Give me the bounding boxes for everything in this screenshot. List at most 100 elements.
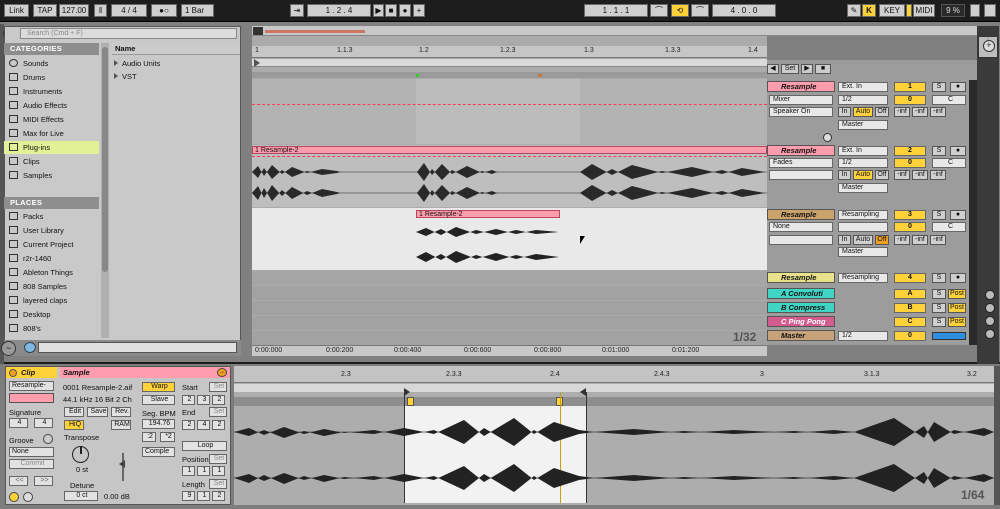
start-beat[interactable]: 3 — [197, 395, 210, 405]
return-activator-b[interactable]: B — [894, 303, 926, 313]
hot-swap-groove-icon[interactable] — [43, 434, 53, 444]
place-808s[interactable]: 808's — [4, 322, 99, 335]
clip-header[interactable]: 1 Resample-2 — [252, 146, 767, 154]
nudge-back-button[interactable]: << — [9, 476, 28, 486]
pan-2[interactable]: C — [932, 158, 966, 168]
beat-ruler[interactable]: 1 1.1.3 1.2 1.2.3 1.3 1.3.3 1.4 — [252, 46, 767, 58]
master-volume[interactable]: 0 — [894, 331, 926, 341]
hide-sample-box-icon[interactable]: → — [217, 368, 227, 377]
track-activator-1[interactable]: 1 — [894, 82, 926, 92]
loop-length-display[interactable]: 4 . 0 . 0 — [712, 4, 776, 17]
volume-3[interactable]: 0 — [894, 222, 926, 232]
category-sounds[interactable]: Sounds — [4, 57, 99, 70]
punch-out-icon[interactable]: ⌒ — [691, 4, 709, 17]
loop-start-marker-icon[interactable] — [254, 59, 260, 67]
start-set-button[interactable]: Set — [209, 382, 227, 392]
envelope-field-3[interactable] — [769, 235, 833, 245]
output-1[interactable]: Master — [838, 120, 888, 130]
solo-2[interactable]: S — [932, 146, 946, 156]
position-beat[interactable]: 1 — [197, 466, 210, 476]
loop-button[interactable]: Loop — [182, 441, 227, 451]
search-input[interactable]: Search (Cmd + F) — [20, 28, 237, 39]
return-activator-c[interactable]: C — [894, 317, 926, 327]
send-c-2[interactable]: -inf — [930, 170, 946, 180]
send-b-2[interactable]: -inf — [912, 170, 928, 180]
place-packs[interactable]: Packs — [4, 210, 99, 223]
time-ruler[interactable]: 0:00:000 0:00:200 0:00:400 0:00:600 0:00… — [252, 345, 767, 356]
warp-marker[interactable] — [407, 397, 414, 406]
ram-button[interactable]: RAM — [111, 420, 131, 430]
send-a-3[interactable]: -inf — [894, 235, 910, 245]
position-sixteenth[interactable]: 1 — [212, 466, 225, 476]
input-channel-1[interactable]: Mixer — [769, 95, 833, 105]
position-bar[interactable]: 1 — [182, 466, 195, 476]
track-activator-4[interactable]: 4 — [894, 273, 926, 283]
warp-button[interactable]: Warp — [142, 382, 175, 392]
return-lane-a[interactable] — [252, 286, 767, 300]
item-audio-units[interactable]: Audio Units — [114, 58, 160, 70]
draw-mode-icon[interactable]: ✎ — [847, 4, 861, 17]
key-map-button[interactable]: KEY — [879, 4, 905, 17]
input-sub-1[interactable]: 1/2 — [838, 95, 888, 105]
item-vst[interactable]: VST — [114, 71, 137, 83]
clip-activator-icon[interactable] — [9, 369, 17, 377]
category-clips[interactable]: Clips — [4, 155, 99, 168]
track-title-4[interactable]: Resample — [767, 272, 835, 283]
sample-reverse-button[interactable]: Rev. — [111, 407, 131, 417]
position-display[interactable]: 1 . 2 . 4 — [307, 4, 371, 17]
arm-1[interactable]: ● — [950, 82, 966, 92]
master-cue-out[interactable]: 1/2 — [838, 331, 888, 341]
length-beat[interactable]: 1 — [197, 491, 210, 501]
input-sub-2[interactable]: 1/2 — [838, 158, 888, 168]
envelope-chooser-3[interactable]: None — [769, 222, 833, 232]
return-lane-c[interactable] — [252, 316, 767, 330]
half-tempo-button[interactable]: :2 — [142, 432, 156, 442]
midi-map-button[interactable]: MIDI — [913, 4, 935, 17]
output-2[interactable]: Master — [838, 183, 888, 193]
expand-arrow-icon[interactable] — [114, 60, 118, 66]
master-title[interactable]: Master — [767, 330, 835, 341]
fades-chooser[interactable]: Fades — [769, 158, 833, 168]
send-a-1[interactable]: -inf — [894, 107, 910, 117]
send-mode-b[interactable]: Post — [948, 303, 966, 313]
next-locator-icon[interactable]: ▶ — [801, 64, 813, 74]
follow-icon[interactable]: ⇥ — [290, 4, 304, 17]
input-type-4[interactable]: Resampling — [838, 273, 888, 283]
back-to-arrangement-icon[interactable]: ◀ — [767, 64, 779, 74]
send-mode-a[interactable]: Post — [948, 289, 966, 299]
send-b-1[interactable]: -inf — [912, 107, 928, 117]
browser-scroll-thumb[interactable] — [102, 47, 108, 272]
warp-mode-chooser[interactable]: Comple — [142, 447, 175, 457]
send-b-3[interactable]: -inf — [912, 235, 928, 245]
solo-3[interactable]: S — [932, 210, 946, 220]
sample-ruler[interactable]: 2.3 2.3.3 2.4 2.4.3 3 3.1.3 3.2 — [234, 366, 994, 383]
seg-bpm-field[interactable]: 194.76 — [142, 419, 175, 429]
signature-denominator[interactable]: 4 — [34, 418, 53, 428]
track-title-2[interactable]: Resample — [767, 145, 835, 156]
end-set-button[interactable]: Set — [209, 407, 227, 417]
input-sub-3[interactable] — [838, 222, 888, 232]
loop-start-display[interactable]: 1 . 1 . 1 — [584, 4, 648, 17]
clip-color-chooser[interactable] — [9, 393, 54, 403]
gain-value[interactable]: 0.00 dB — [104, 492, 130, 501]
signature-numerator[interactable]: 4 — [9, 418, 28, 428]
position-set-button[interactable]: Set — [209, 454, 227, 464]
mixer-toggle-icon[interactable] — [985, 329, 995, 339]
groove-pool-icon[interactable]: ~ — [1, 341, 16, 356]
arm-4[interactable]: ● — [950, 273, 966, 283]
monitor-in-3[interactable]: In — [838, 235, 851, 245]
fold-icon[interactable]: ■ — [815, 64, 831, 74]
category-instruments[interactable]: Instruments — [4, 85, 99, 98]
show-mixer-icon[interactable]: ✛ — [983, 40, 995, 52]
sample-grid-readout[interactable]: 1/64 — [961, 488, 984, 502]
tempo-nudge-icon[interactable]: ‖ — [94, 4, 107, 17]
loop-brace[interactable] — [252, 72, 767, 78]
track-activator-3[interactable]: 3 — [894, 210, 926, 220]
link-button[interactable]: Link — [4, 4, 29, 17]
preview-icon[interactable] — [24, 342, 36, 353]
monitor-in-2[interactable]: In — [838, 170, 851, 180]
add-lane-icon[interactable] — [823, 133, 832, 142]
monitor-auto-1[interactable]: Auto — [853, 107, 873, 117]
loop-switch-icon[interactable]: ⟲ — [671, 4, 689, 17]
nudge-forward-button[interactable]: >> — [34, 476, 53, 486]
